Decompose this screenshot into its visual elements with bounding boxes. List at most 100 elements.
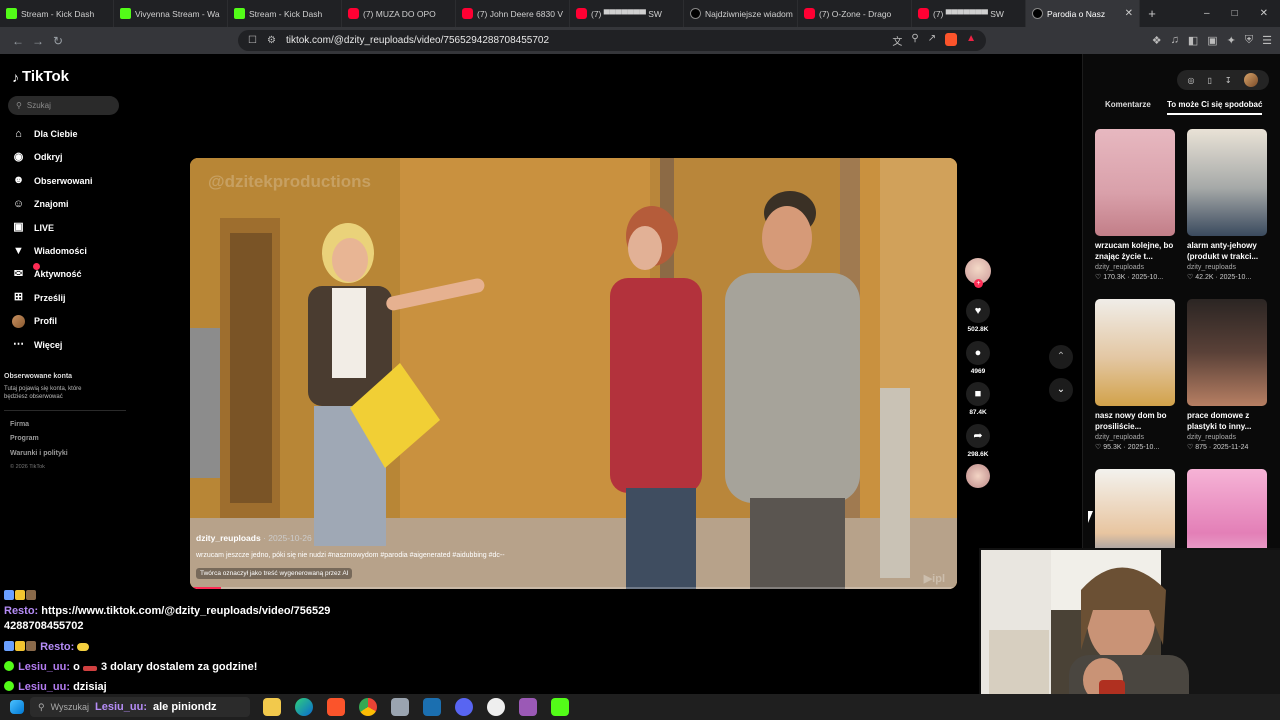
menu-icon[interactable]: ☰ xyxy=(1262,34,1272,47)
extensions-icon[interactable]: ❖ xyxy=(1152,34,1162,47)
file-explorer-icon[interactable] xyxy=(263,698,281,716)
browser-tab[interactable]: (7) ▀▀▀▀▀▀▀ SW xyxy=(570,0,684,27)
card-title[interactable]: wrzucam kolejne, bo znając życie t... xyxy=(1095,240,1177,262)
zoom-icon[interactable]: ⚲ xyxy=(911,33,918,48)
tab-comments[interactable]: Komentarze xyxy=(1105,100,1151,109)
vpn-icon[interactable]: ⛨ xyxy=(1245,34,1253,47)
video-thumbnail[interactable] xyxy=(1187,129,1267,236)
nav-item-messages[interactable]: ▼ Wiadomości xyxy=(12,243,87,259)
app-icon[interactable] xyxy=(391,698,409,716)
discord-icon[interactable] xyxy=(455,698,473,716)
footer-link-program[interactable]: Program xyxy=(10,435,39,442)
browser-tab[interactable]: Stream - Kick Dash xyxy=(0,0,114,27)
browser-tab[interactable]: Vivyenna Stream - Wa xyxy=(114,0,228,27)
tiktok-logo[interactable]: ♪ TikTok xyxy=(12,68,69,85)
card-author[interactable]: dzity_reuploads xyxy=(1095,264,1177,271)
brave-shields-icon[interactable] xyxy=(945,33,958,46)
video-thumbnail[interactable] xyxy=(1095,129,1175,236)
browser-tab[interactable]: Najdziwniejsze wiadom xyxy=(684,0,798,27)
browser-tab[interactable]: (7) ▀▀▀▀▀▀▀ SW xyxy=(912,0,1026,27)
video-progress[interactable] xyxy=(190,587,957,589)
follow-plus-icon[interactable]: + xyxy=(974,279,983,288)
card-author[interactable]: dzity_reuploads xyxy=(1095,434,1177,441)
comment-button[interactable]: ● 4969 xyxy=(964,341,992,375)
media-icon[interactable]: ♫ xyxy=(1171,34,1179,47)
download-icon[interactable]: ↧ xyxy=(1225,76,1232,85)
next-video-button[interactable]: ⌄ xyxy=(1049,378,1073,402)
card-author[interactable]: dzity_reuploads xyxy=(1187,264,1269,271)
maximize-icon[interactable]: □ xyxy=(1232,8,1238,19)
footer-link-company[interactable]: Firma xyxy=(10,421,29,428)
nav-item-activity[interactable]: ✉ Aktywność xyxy=(12,263,82,282)
address-bar[interactable]: ☐ ⚙ tiktok.com/@dzity_reuploads/video/75… xyxy=(238,30,986,51)
recommended-video-card[interactable]: alarm anty-jehowy (produkt w trakci... dz… xyxy=(1187,129,1269,281)
video-author[interactable]: dzity_reuploads · 2025-10-26 xyxy=(196,533,312,543)
share-button[interactable]: ➦ 298.6K xyxy=(964,424,992,458)
chat-text[interactable]: https://www.tiktok.com/@dzity_reuploads/… xyxy=(41,605,330,617)
music-disc[interactable] xyxy=(966,464,990,488)
chat-username[interactable]: Lesiu_uu: xyxy=(18,661,70,673)
recommended-video-card[interactable]: wrzucam kolejne, bo znając życie t... dzi… xyxy=(1095,129,1177,281)
bookmark-icon[interactable]: ☐ xyxy=(248,35,257,46)
video-author-name[interactable]: dzity_reuploads xyxy=(196,533,261,543)
card-title[interactable]: nasz nowy dom bo prosiliście... xyxy=(1095,410,1177,432)
previous-video-button[interactable]: ⌃ xyxy=(1049,345,1073,369)
back-icon[interactable]: ← xyxy=(8,34,28,48)
card-author[interactable]: dzity_reuploads xyxy=(1187,434,1269,441)
wallet-icon[interactable]: ▣ xyxy=(1207,34,1217,47)
like-button[interactable]: ♥ 502.8K xyxy=(964,299,992,333)
nav-item-friends[interactable]: ☺ Znajomi xyxy=(12,196,69,212)
nav-item-live[interactable]: ▣ LIVE xyxy=(12,220,54,236)
search-input[interactable]: ⚲ Szukaj xyxy=(8,96,119,115)
browser-tab[interactable]: Parodia o Nasz ✕ xyxy=(1026,0,1140,27)
browser-tab[interactable]: (7) MUZA DO OPO xyxy=(342,0,456,27)
chrome-icon[interactable] xyxy=(359,698,377,716)
chat-username[interactable]: Resto: xyxy=(40,641,74,653)
chat-username[interactable]: Lesiu_uu: xyxy=(18,681,70,693)
nav-item-following[interactable]: ☻ Obserwowani xyxy=(12,173,93,189)
share-icon[interactable]: ↗ xyxy=(928,33,936,48)
kick-icon[interactable] xyxy=(551,698,569,716)
coin-icon[interactable]: ◎ xyxy=(1187,76,1194,85)
brave-rewards-icon[interactable]: ▲ xyxy=(966,33,976,48)
nav-item-compass[interactable]: ◉ Odkryj xyxy=(12,149,63,165)
video-player[interactable]: @dzitekproductions ▶ipl dzity_reuploads … xyxy=(190,158,957,589)
user-avatar[interactable] xyxy=(1244,73,1259,87)
footer-link-terms[interactable]: Warunki i polityki xyxy=(10,450,68,457)
recommended-video-card[interactable]: prace domowe z plastyki to inny... dzity_… xyxy=(1187,299,1269,451)
minimize-icon[interactable]: – xyxy=(1204,8,1210,19)
url-text[interactable]: tiktok.com/@dzity_reuploads/video/756529… xyxy=(286,35,549,46)
site-info-icon[interactable]: ⚙ xyxy=(267,35,276,46)
chat-username[interactable]: Resto: xyxy=(4,605,38,617)
browser-tab[interactable]: Stream - Kick Dash xyxy=(228,0,342,27)
card-title[interactable]: prace domowe z plastyki to inny... xyxy=(1187,410,1269,432)
device-icon[interactable]: ▯ xyxy=(1207,76,1211,85)
leo-icon[interactable]: ✦ xyxy=(1227,34,1236,47)
taskbar-search[interactable]: ⚲ Wyszukaj Lesiu_uu: ale piniondz xyxy=(30,697,250,717)
video-thumbnail[interactable] xyxy=(1095,299,1175,406)
sidebar-icon[interactable]: ◧ xyxy=(1188,34,1198,47)
forward-icon[interactable]: → xyxy=(28,34,48,48)
save-button[interactable]: ■ 87.4K xyxy=(964,382,992,416)
close-window-icon[interactable]: ✕ xyxy=(1260,8,1268,19)
nav-item-profile[interactable]: Profil xyxy=(12,313,57,329)
nav-item-more[interactable]: ⋯ Więcej xyxy=(12,337,62,353)
video-thumbnail[interactable] xyxy=(1187,299,1267,406)
translate-icon[interactable]: 文 xyxy=(892,33,902,48)
windows-start-icon[interactable] xyxy=(10,700,24,714)
card-title[interactable]: alarm anty-jehowy (produkt w trakci... xyxy=(1187,240,1269,262)
new-tab-icon[interactable]: + xyxy=(1140,6,1164,21)
reload-icon[interactable]: ↻ xyxy=(48,34,68,48)
close-tab-icon[interactable]: ✕ xyxy=(1125,8,1133,19)
nav-item-home[interactable]: ⌂ Dla Ciebie xyxy=(12,126,77,142)
brave-icon[interactable] xyxy=(327,698,345,716)
recommended-video-card[interactable]: nasz nowy dom bo prosiliście... dzity_reu… xyxy=(1095,299,1177,451)
edge-icon[interactable] xyxy=(295,698,313,716)
nav-item-upload[interactable]: ⊞ Prześlij xyxy=(12,290,66,306)
browser-tab[interactable]: (7) John Deere 6830 V xyxy=(456,0,570,27)
obs-icon[interactable] xyxy=(487,698,505,716)
steam-icon[interactable] xyxy=(423,698,441,716)
browser-tab[interactable]: (7) O-Zone - Drago xyxy=(798,0,912,27)
app-icon-2[interactable] xyxy=(519,698,537,716)
tab-recommended[interactable]: To może Ci się spodobać xyxy=(1167,100,1263,115)
